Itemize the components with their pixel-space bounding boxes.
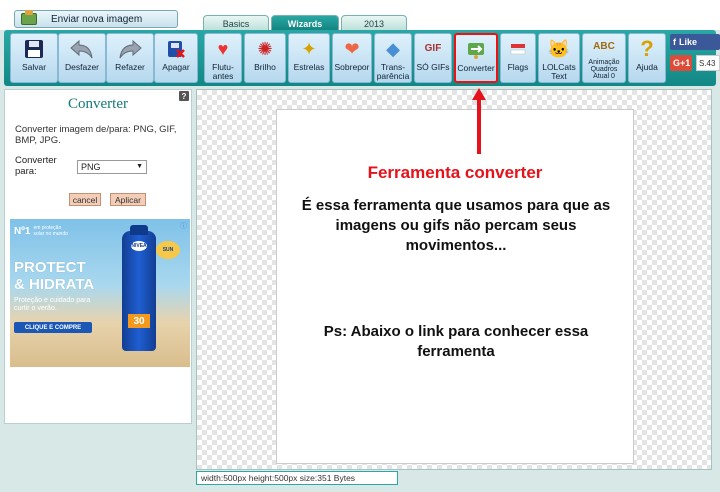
chevron-down-icon: ▼ bbox=[136, 163, 143, 170]
redo-button[interactable]: Refazer bbox=[106, 33, 154, 83]
canvas-description: É essa ferramenta que usamos para que as… bbox=[301, 197, 611, 254]
ad-sun-logo: SUN bbox=[156, 241, 180, 259]
glitter-label: Brilho bbox=[254, 62, 276, 72]
canvas-heading: Ferramenta converter bbox=[367, 163, 543, 182]
transparency-label: Trans- parência bbox=[376, 62, 410, 81]
ad-info-icon[interactable]: ⓘ bbox=[180, 221, 187, 231]
heart-frame-icon: ❤ bbox=[344, 39, 360, 59]
converter-button[interactable]: Converter bbox=[454, 33, 498, 83]
image-preview: Ferramenta converter É essa ferramenta q… bbox=[276, 109, 634, 464]
help-label: Ajuda bbox=[636, 62, 658, 72]
animation-button[interactable]: ABC Animação Quadros Atual 0 bbox=[582, 33, 626, 83]
cancel-button[interactable]: cancel bbox=[69, 193, 101, 206]
ad-badge: Nº1 em proteção solar no mundo bbox=[14, 225, 73, 237]
red-arrow-annotation bbox=[472, 88, 486, 154]
stars-label: Estrelas bbox=[293, 62, 325, 72]
converter-label: Converter bbox=[457, 63, 495, 73]
panel-title: Converter bbox=[68, 96, 128, 112]
flag-icon bbox=[505, 37, 531, 61]
ad-brand-logo: NIVEA bbox=[131, 241, 147, 251]
undo-label: Desfazer bbox=[64, 62, 99, 72]
ad-badge-subtitle: em proteção solar no mundo bbox=[33, 225, 68, 237]
floaters-button[interactable]: ♥ Flutu- antes bbox=[204, 33, 242, 83]
convert-to-label: Converter para: bbox=[15, 155, 57, 177]
ad-subtext: Proteção e cuidado para curtir o verão. bbox=[14, 297, 91, 312]
google-plus-count: S.43 bbox=[696, 55, 720, 71]
ad-badge-number: Nº1 bbox=[14, 225, 31, 237]
hearts-icon: ♥ bbox=[217, 39, 229, 59]
ad-cta-button[interactable]: CLIQUE E COMPRE bbox=[14, 322, 92, 333]
facebook-icon: f bbox=[673, 37, 676, 47]
animation-label: Animação Quadros Atual 0 bbox=[588, 59, 620, 80]
floaters-label: Flutu- antes bbox=[212, 62, 234, 81]
gifs-only-button[interactable]: GIF SÓ GIFs bbox=[414, 33, 452, 83]
apply-button[interactable]: Aplicar bbox=[110, 193, 146, 206]
image-canvas[interactable]: Ferramenta converter É essa ferramenta q… bbox=[196, 89, 712, 470]
delete-button[interactable]: Apagar bbox=[154, 33, 198, 83]
delete-label: Apagar bbox=[162, 62, 190, 72]
tool-panel: ? Converter Converter imagem de/para: PN… bbox=[4, 89, 192, 424]
toolbar: Salvar Desfazer Refazer Apagar ♥ Flutu- … bbox=[4, 30, 716, 86]
advertisement-banner[interactable]: Nº1 em proteção solar no mundo ⓘ PROTECT… bbox=[10, 219, 190, 367]
glitter-button[interactable]: ✺ Brilho bbox=[244, 33, 286, 83]
social-buttons: f Like G+1 S.43 bbox=[670, 34, 720, 76]
overlay-button[interactable]: ❤ Sobrepor bbox=[332, 33, 372, 83]
diamond-icon: ◆ bbox=[386, 39, 400, 59]
redo-arrow-icon bbox=[117, 37, 143, 61]
top-bar: Enviar nova imagem Basics Wizards 2013 bbox=[0, 0, 720, 32]
upload-image-button[interactable]: Enviar nova imagem bbox=[14, 10, 178, 28]
transparency-button[interactable]: ◆ Trans- parência bbox=[374, 33, 412, 83]
canvas-note: Ps: Abaixo o link para conhecer essa fer… bbox=[323, 323, 589, 360]
save-label: Salvar bbox=[21, 62, 47, 72]
star-wand-icon: ✦ bbox=[301, 39, 317, 59]
undo-arrow-icon bbox=[69, 37, 95, 61]
panel-description: Converter imagem de/para: PNG, GIF, BMP,… bbox=[15, 124, 177, 146]
upload-label: Enviar nova imagem bbox=[51, 13, 143, 25]
stars-button[interactable]: ✦ Estrelas bbox=[288, 33, 330, 83]
gifs-only-label: SÓ GIFs bbox=[416, 62, 450, 72]
redo-label: Refazer bbox=[115, 62, 145, 72]
overlay-label: Sobrepor bbox=[334, 62, 370, 72]
delete-icon bbox=[163, 37, 189, 61]
cat-icon: 🐱 bbox=[547, 39, 571, 59]
undo-button[interactable]: Desfazer bbox=[58, 33, 106, 83]
converter-icon bbox=[463, 38, 489, 62]
abc-blocks-icon: ABC bbox=[593, 41, 615, 52]
facebook-like-button[interactable]: f Like bbox=[670, 34, 720, 50]
help-button[interactable]: ? Ajuda bbox=[628, 33, 666, 83]
status-bar: width:500px height:500px size:351 Bytes bbox=[196, 471, 398, 485]
lolcats-label: LOLCats Text bbox=[542, 62, 576, 81]
flags-label: Flags bbox=[507, 62, 529, 72]
folder-upload-icon bbox=[21, 10, 37, 25]
question-mark-icon: ? bbox=[640, 36, 654, 61]
gif-icon: GIF bbox=[424, 43, 442, 54]
floppy-disk-icon bbox=[21, 37, 47, 61]
lolcats-button[interactable]: 🐱 LOLCats Text bbox=[538, 33, 580, 83]
flags-button[interactable]: Flags bbox=[500, 33, 536, 83]
ad-spf-label: 30 bbox=[128, 314, 150, 328]
format-select[interactable]: PNG ▼ bbox=[77, 160, 147, 174]
save-button[interactable]: Salvar bbox=[10, 33, 58, 83]
ad-headline: PROTECT & HIDRATA bbox=[14, 259, 95, 293]
google-plus-button[interactable]: G+1 bbox=[670, 55, 692, 71]
facebook-like-label: Like bbox=[679, 37, 698, 47]
glitter-icon: ✺ bbox=[257, 39, 273, 59]
format-select-value: PNG bbox=[81, 162, 101, 172]
